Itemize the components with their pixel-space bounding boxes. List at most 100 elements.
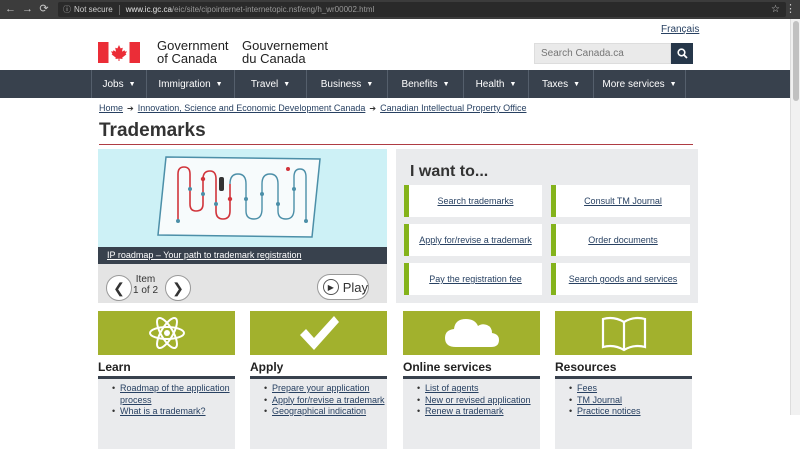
breadcrumb-cipo[interactable]: Canadian Intellectual Property Office <box>380 103 526 113</box>
link-search-goods-services[interactable]: Search goods and services <box>551 263 690 295</box>
card-link[interactable]: Roadmap of the application process <box>120 383 230 405</box>
card-learn-title: Learn <box>98 360 131 374</box>
browser-menu-icon[interactable]: ⋮ <box>785 0 796 19</box>
arrow-right-icon: ➔ <box>369 103 377 113</box>
list-item[interactable]: New or revised application <box>417 395 540 407</box>
card-apply: Apply Prepare your application Apply for… <box>250 311 387 449</box>
search-input[interactable] <box>534 43 671 64</box>
card-apply-title: Apply <box>250 360 284 374</box>
carousel-caption-link[interactable]: IP roadmap – Your path to trademark regi… <box>98 247 387 264</box>
menu-item-taxes[interactable]: Taxes ▼ <box>528 70 593 98</box>
list-item[interactable]: Practice notices <box>569 406 692 418</box>
list-item[interactable]: TM Journal <box>569 395 692 407</box>
menu-item-business[interactable]: Business ▼ <box>306 70 387 98</box>
i-want-to-heading: I want to... <box>410 163 489 180</box>
card-link[interactable]: Fees <box>577 383 597 393</box>
card-resources-image[interactable] <box>555 311 692 355</box>
card-online-services-title: Online services <box>403 360 492 374</box>
chevron-right-icon: ❯ <box>172 279 184 296</box>
page-title: Trademarks <box>99 120 206 141</box>
list-item[interactable]: Fees <box>569 383 692 395</box>
menu-item-label: Health <box>475 78 505 90</box>
link-apply-revise-trademark[interactable]: Apply for/revise a trademark <box>404 224 542 256</box>
card-resources-title: Resources <box>555 360 617 374</box>
roadmap-illustration <box>157 156 321 238</box>
carousel-item-label: Item <box>135 274 156 285</box>
url-host: www.ic.gc.ca <box>125 5 172 14</box>
card-link[interactable]: Prepare your application <box>272 383 370 393</box>
bookmark-star-icon[interactable]: ☆ <box>771 4 780 15</box>
menu-item-more-services[interactable]: More services ▼ <box>593 70 686 98</box>
page-scrollbar[interactable] <box>790 19 800 415</box>
breadcrumb: Home ➔ Innovation, Science and Economic … <box>99 103 527 113</box>
chevron-down-icon: ▼ <box>669 80 677 88</box>
card-learn-image[interactable] <box>98 311 235 355</box>
menu-item-jobs[interactable]: Jobs ▼ <box>91 70 146 98</box>
link-order-documents[interactable]: Order documents <box>551 224 690 256</box>
menu-item-travel[interactable]: Travel ▼ <box>234 70 306 98</box>
chevron-down-icon: ▼ <box>283 80 291 88</box>
forward-icon[interactable]: → <box>22 0 33 19</box>
card-learn: Learn Roadmap of the application process… <box>98 311 235 449</box>
link-pay-registration-fee[interactable]: Pay the registration fee <box>404 263 542 295</box>
scrollbar-thumb[interactable] <box>793 21 799 101</box>
browser-toolbar: ← → ⟳ ⌂ ⓘ Not secure www.ic.gc.ca/eic/si… <box>0 0 800 19</box>
card-apply-image[interactable] <box>250 311 387 355</box>
cloud-icon <box>444 319 499 347</box>
address-bar[interactable]: ⓘ Not secure www.ic.gc.ca/eic/site/cipoi… <box>58 2 786 17</box>
title-divider <box>99 144 693 145</box>
list-item[interactable]: List of agents <box>417 383 540 395</box>
play-icon: ▶ <box>323 279 339 295</box>
menu-item-benefits[interactable]: Benefits ▼ <box>387 70 463 98</box>
list-item[interactable]: Roadmap of the application process <box>112 383 235 406</box>
search-button[interactable] <box>671 43 693 64</box>
list-item[interactable]: What is a trademark? <box>112 406 235 418</box>
card-link[interactable]: New or revised application <box>425 395 531 405</box>
chevron-down-icon: ▼ <box>128 80 136 88</box>
card-link[interactable]: List of agents <box>425 383 479 393</box>
language-toggle-link[interactable]: Français <box>661 24 699 35</box>
card-online-services-image[interactable] <box>403 311 540 355</box>
card-learn-links: Roadmap of the application process What … <box>98 379 235 449</box>
arrow-right-icon: ➔ <box>127 103 134 113</box>
menu-item-label: Travel <box>250 78 279 90</box>
divider <box>118 4 120 15</box>
menu-item-label: Jobs <box>102 78 124 90</box>
url-path: /eic/site/cipointernet-internetopic.nsf/… <box>171 5 375 14</box>
card-resources-links: Fees TM Journal Practice notices <box>555 379 692 449</box>
i-want-to-panel: I want to... Search trademarks Consult T… <box>396 149 698 303</box>
reload-icon[interactable]: ⟳ <box>39 0 49 19</box>
carousel-prev-button[interactable]: ❮ <box>106 275 132 301</box>
link-consult-tm-journal[interactable]: Consult TM Journal <box>551 185 690 217</box>
breadcrumb-home[interactable]: Home <box>99 103 123 113</box>
card-link[interactable]: Apply for/revise a trademark <box>272 395 385 405</box>
menu-item-label: Immigration <box>158 78 211 90</box>
list-item[interactable]: Geographical indication <box>264 406 387 418</box>
chevron-down-icon: ▼ <box>215 80 223 88</box>
chevron-down-icon: ▼ <box>442 80 450 88</box>
gov-fr-line2: du Canada <box>242 51 306 66</box>
link-search-trademarks[interactable]: Search trademarks <box>404 185 542 217</box>
carousel-item-position: 1 of 2 <box>133 285 159 296</box>
carousel-next-button[interactable]: ❯ <box>165 275 191 301</box>
search-icon <box>676 48 688 59</box>
back-icon[interactable]: ← <box>5 0 16 19</box>
info-icon[interactable]: ⓘ <box>63 4 71 15</box>
security-label: Not secure <box>74 5 113 14</box>
chevron-left-icon: ❮ <box>113 279 125 296</box>
breadcrumb-ised[interactable]: Innovation, Science and Economic Develop… <box>138 103 366 113</box>
gov-name-english: Government of Canada <box>157 39 229 65</box>
menu-item-immigration[interactable]: Immigration ▼ <box>146 70 234 98</box>
menu-item-health[interactable]: Health ▼ <box>463 70 528 98</box>
list-item[interactable]: Renew a trademark <box>417 406 540 418</box>
card-online-services-links: List of agents New or revised applicatio… <box>403 379 540 449</box>
card-resources: Resources Fees TM Journal Practice notic… <box>555 311 692 449</box>
carousel-play-button[interactable]: ▶ Play <box>317 274 369 300</box>
list-item[interactable]: Prepare your application <box>264 383 387 395</box>
menu-item-label: Business <box>320 78 362 90</box>
list-item[interactable]: Apply for/revise a trademark <box>264 395 387 407</box>
gov-en-line2: of Canada <box>157 51 217 66</box>
carousel-slide[interactable] <box>98 149 387 247</box>
card-link[interactable]: TM Journal <box>577 395 622 405</box>
chevron-down-icon: ▼ <box>509 80 517 88</box>
